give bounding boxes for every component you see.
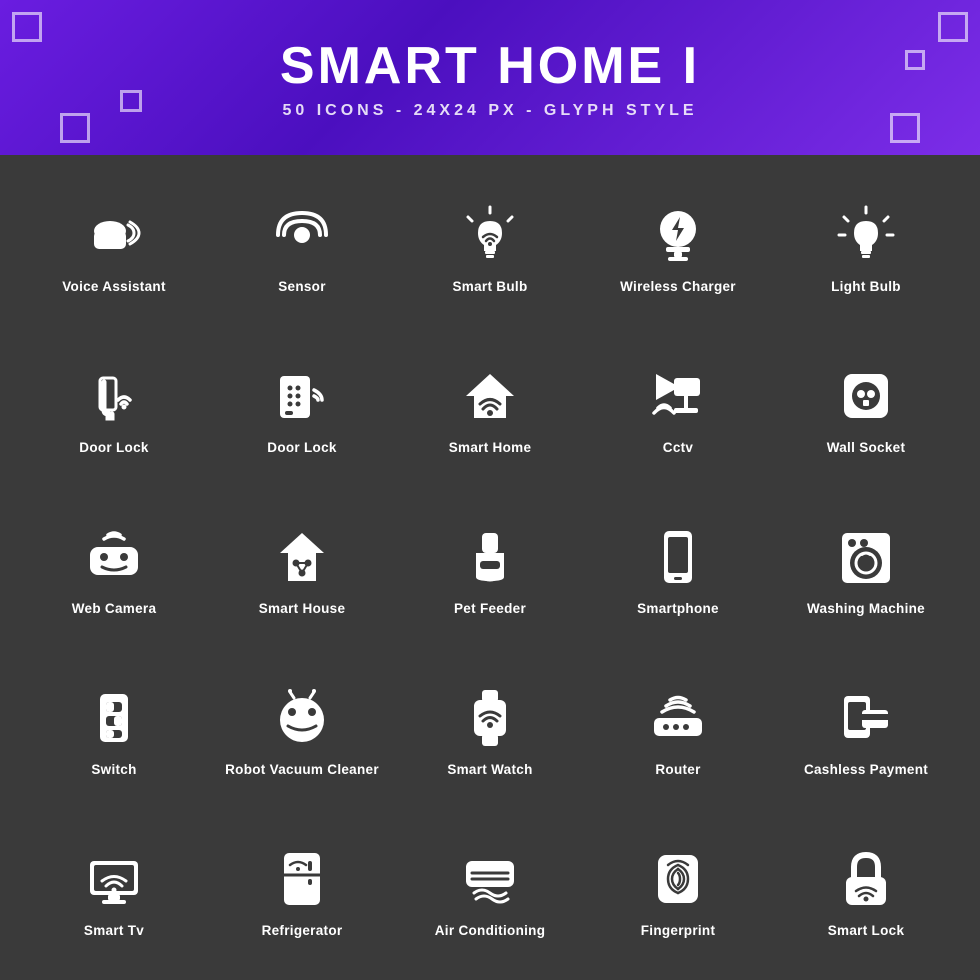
smart-bulb-icon bbox=[454, 199, 526, 271]
icon-cell-wireless-charger: Wireless Charger bbox=[584, 165, 772, 326]
icon-cell-smart-home: Smart Home bbox=[396, 326, 584, 487]
wall-socket-label: Wall Socket bbox=[827, 440, 906, 455]
sensor-icon bbox=[266, 199, 338, 271]
icon-cell-smart-house: Smart House bbox=[208, 487, 396, 648]
corner-decoration bbox=[890, 113, 920, 143]
switch-icon bbox=[78, 682, 150, 754]
refrigerator-icon bbox=[266, 843, 338, 915]
icon-cell-door-lock-1: Door Lock bbox=[20, 326, 208, 487]
icon-cell-smart-lock: Smart Lock bbox=[772, 809, 960, 970]
icon-cell-web-camera: Web Camera bbox=[20, 487, 208, 648]
washing-machine-label: Washing Machine bbox=[807, 601, 925, 616]
voice-assistant-icon bbox=[78, 199, 150, 271]
icon-cell-smart-bulb: Smart Bulb bbox=[396, 165, 584, 326]
door-lock-2-icon bbox=[266, 360, 338, 432]
icon-cell-smart-watch: Smart Watch bbox=[396, 648, 584, 809]
smart-house-label: Smart House bbox=[259, 601, 346, 616]
smartphone-icon bbox=[642, 521, 714, 593]
router-icon bbox=[642, 682, 714, 754]
web-camera-icon bbox=[78, 521, 150, 593]
refrigerator-label: Refrigerator bbox=[262, 923, 343, 938]
icon-cell-door-lock-2: Door Lock bbox=[208, 326, 396, 487]
icon-cell-router: Router bbox=[584, 648, 772, 809]
cctv-icon bbox=[642, 360, 714, 432]
voice-assistant-label: Voice Assistant bbox=[62, 279, 166, 294]
door-lock-2-label: Door Lock bbox=[267, 440, 336, 455]
wall-socket-icon bbox=[830, 360, 902, 432]
page-subtitle: 50 ICONS - 24X24 PX - GLYPH STYLE bbox=[282, 102, 697, 120]
icon-cell-wall-socket: Wall Socket bbox=[772, 326, 960, 487]
smart-home-icon bbox=[454, 360, 526, 432]
corner-decoration bbox=[938, 12, 968, 42]
icon-cell-smartphone: Smartphone bbox=[584, 487, 772, 648]
fingerprint-label: Fingerprint bbox=[641, 923, 716, 938]
icon-cell-voice-assistant: Voice Assistant bbox=[20, 165, 208, 326]
cashless-payment-label: Cashless Payment bbox=[804, 762, 928, 777]
fingerprint-icon bbox=[642, 843, 714, 915]
smartphone-label: Smartphone bbox=[637, 601, 719, 616]
icon-cell-sensor: Sensor bbox=[208, 165, 396, 326]
icon-cell-air-conditioning: Air Conditioning bbox=[396, 809, 584, 970]
icon-cell-smart-tv: Smart Tv bbox=[20, 809, 208, 970]
switch-label: Switch bbox=[91, 762, 136, 777]
cashless-payment-icon bbox=[830, 682, 902, 754]
icon-cell-cashless-payment: Cashless Payment bbox=[772, 648, 960, 809]
icon-cell-washing-machine: Washing Machine bbox=[772, 487, 960, 648]
pet-feeder-icon bbox=[454, 521, 526, 593]
router-label: Router bbox=[655, 762, 700, 777]
web-camera-label: Web Camera bbox=[72, 601, 157, 616]
wireless-charger-label: Wireless Charger bbox=[620, 279, 736, 294]
robot-vacuum-label: Robot Vacuum Cleaner bbox=[225, 762, 379, 777]
icon-cell-robot-vacuum: Robot Vacuum Cleaner bbox=[208, 648, 396, 809]
corner-decoration bbox=[905, 50, 925, 70]
icon-cell-pet-feeder: Pet Feeder bbox=[396, 487, 584, 648]
door-lock-1-icon bbox=[78, 360, 150, 432]
robot-vacuum-icon bbox=[266, 682, 338, 754]
smart-house-icon bbox=[266, 521, 338, 593]
corner-decoration bbox=[12, 12, 42, 42]
icon-cell-refrigerator: Refrigerator bbox=[208, 809, 396, 970]
smart-lock-label: Smart Lock bbox=[828, 923, 905, 938]
pet-feeder-label: Pet Feeder bbox=[454, 601, 526, 616]
icon-cell-cctv: Cctv bbox=[584, 326, 772, 487]
header: SMART HOME I 50 ICONS - 24X24 PX - GLYPH… bbox=[0, 0, 980, 155]
air-conditioning-label: Air Conditioning bbox=[435, 923, 546, 938]
page-title: SMART HOME I bbox=[280, 36, 700, 96]
smart-tv-label: Smart Tv bbox=[84, 923, 144, 938]
corner-decoration bbox=[120, 90, 142, 112]
smart-lock-icon bbox=[830, 843, 902, 915]
washing-machine-icon bbox=[830, 521, 902, 593]
smart-home-label: Smart Home bbox=[449, 440, 532, 455]
icon-cell-fingerprint: Fingerprint bbox=[584, 809, 772, 970]
smart-tv-icon bbox=[78, 843, 150, 915]
air-conditioning-icon bbox=[454, 843, 526, 915]
light-bulb-icon bbox=[830, 199, 902, 271]
light-bulb-label: Light Bulb bbox=[831, 279, 901, 294]
cctv-label: Cctv bbox=[663, 440, 693, 455]
wireless-charger-icon bbox=[642, 199, 714, 271]
smart-watch-icon bbox=[454, 682, 526, 754]
sensor-label: Sensor bbox=[278, 279, 326, 294]
icons-grid: Voice Assistant Sensor bbox=[0, 155, 980, 980]
smart-watch-label: Smart Watch bbox=[447, 762, 532, 777]
door-lock-1-label: Door Lock bbox=[79, 440, 148, 455]
corner-decoration bbox=[60, 113, 90, 143]
icon-cell-light-bulb: Light Bulb bbox=[772, 165, 960, 326]
smart-bulb-label: Smart Bulb bbox=[452, 279, 527, 294]
icon-cell-switch: Switch bbox=[20, 648, 208, 809]
